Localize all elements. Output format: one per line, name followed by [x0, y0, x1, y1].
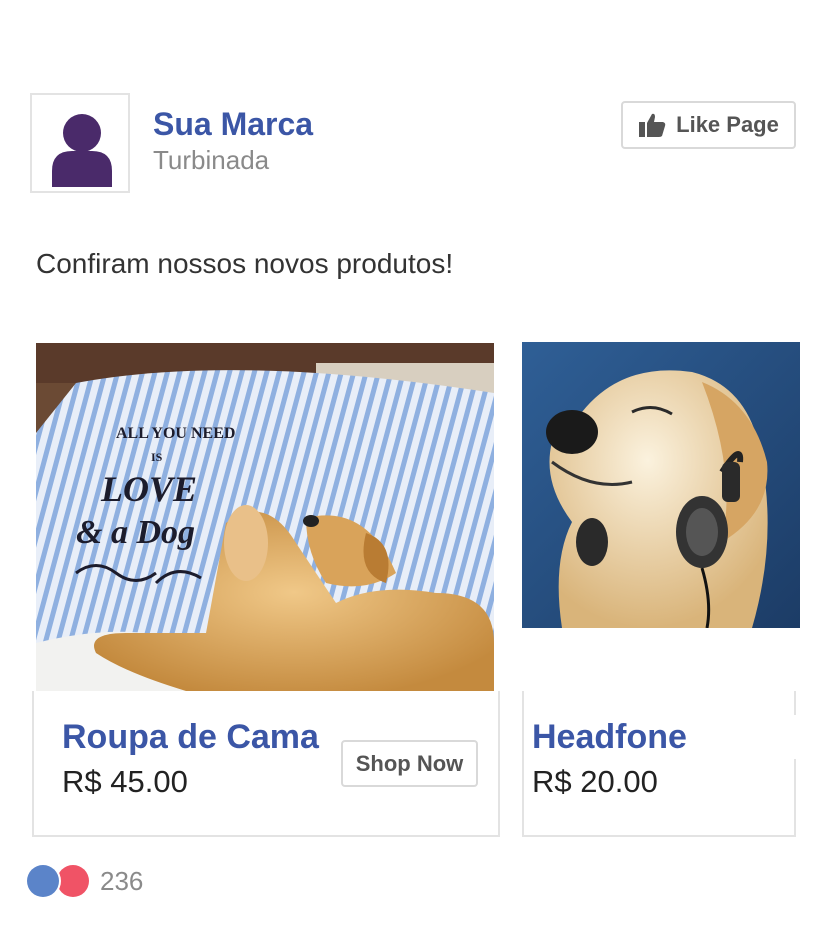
pillow-text-line4: & a Dog	[76, 514, 195, 551]
brand-subtitle: Turbinada	[153, 145, 270, 175]
pillow-text-line3: LOVE	[100, 469, 197, 509]
brand-name[interactable]: Sua Marca	[153, 106, 313, 143]
product-price: R$ 45.00	[62, 764, 188, 799]
reaction-count[interactable]: 236	[100, 866, 143, 897]
thumbs-up-icon	[639, 113, 666, 137]
card-border-gap	[792, 715, 800, 759]
pillow-text-line1: ALL YOU NEED	[116, 425, 235, 442]
like-page-label: Like Page	[676, 112, 779, 137]
product-title[interactable]: Roupa de Cama	[62, 718, 319, 757]
like-page-button[interactable]: Like Page	[621, 101, 796, 149]
person-icon	[52, 114, 112, 187]
product-image-pillow-dog[interactable]: ALL YOU NEED IS LOVE & a Dog	[36, 343, 494, 691]
product-title[interactable]: Headfone	[532, 718, 687, 757]
product-image-dog-headphones[interactable]	[522, 342, 800, 628]
page-avatar[interactable]	[30, 93, 130, 193]
post-text: Confiram nossos novos produtos!	[36, 248, 454, 279]
shop-now-button[interactable]: Shop Now	[341, 740, 478, 787]
love-reaction-icon	[57, 865, 89, 897]
product-price: R$ 20.00	[532, 764, 658, 799]
pillow-text-line2: IS	[151, 450, 163, 464]
like-reaction-icon	[27, 865, 59, 897]
